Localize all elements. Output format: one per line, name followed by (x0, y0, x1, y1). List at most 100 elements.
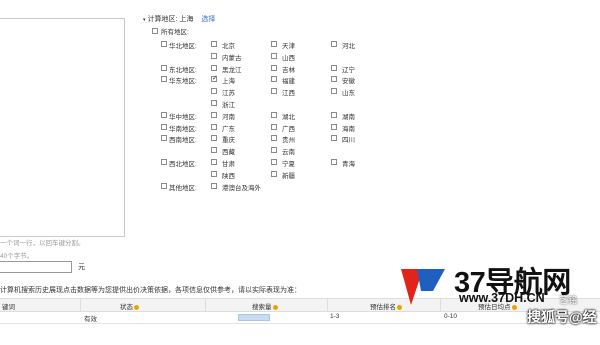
overlay-watermark-2: 艺铭 (559, 295, 578, 305)
province-label: 青海 (342, 161, 355, 168)
province-checkbox[interactable] (211, 123, 217, 130)
province-checkbox[interactable] (211, 74, 218, 83)
province-checkbox[interactable] (211, 147, 217, 154)
province-label: 西藏 (222, 149, 235, 157)
province-checkbox[interactable] (211, 41, 217, 47)
region-group-checkbox[interactable] (161, 111, 167, 118)
recommend-note: 计算机搜索历史展现点击数据等为您提供出价决策依据，各项信息仅供参考，请以实际表现… (0, 287, 301, 294)
province-label: 山东 (342, 90, 355, 98)
province-label: 港澳台及海外 (222, 184, 261, 192)
overlay-watermark: 搜狐号@经 (527, 309, 597, 325)
province-label: 重庆 (222, 137, 235, 145)
province-checkbox[interactable] (331, 64, 337, 71)
province-label: 河北 (342, 43, 355, 50)
region-group-label: 西南地区: (169, 137, 197, 145)
province-label: 江西 (282, 90, 295, 98)
region-group-checkbox[interactable] (161, 135, 167, 142)
province-label: 安徽 (342, 78, 355, 86)
province-checkbox[interactable] (271, 111, 277, 118)
province-checkbox[interactable] (271, 88, 277, 95)
province-label: 云南 (282, 149, 295, 157)
province-checkbox[interactable] (331, 76, 337, 83)
region-group-label: 西北地区: (169, 161, 197, 168)
region-group-checkbox[interactable] (161, 41, 167, 47)
keyword-limit-hint: 40个字节。 (0, 253, 34, 260)
province-label: 广东 (222, 125, 235, 133)
all-regions-checkbox[interactable] (152, 28, 158, 34)
province-label: 吉林 (282, 66, 295, 74)
province-checkbox[interactable] (211, 100, 217, 106)
collapse-icon: ▾ (143, 17, 146, 23)
province-checkbox[interactable] (271, 41, 277, 47)
province-label: 海南 (342, 125, 355, 133)
col-volume: 搜索量 (252, 301, 278, 311)
region-group-checkbox[interactable] (161, 159, 167, 165)
region-group-label: 东北地区: (169, 66, 197, 74)
region-group-checkbox[interactable] (161, 182, 167, 189)
province-label: 内蒙古 (222, 54, 242, 62)
keyword-textarea[interactable] (0, 18, 125, 237)
help-icon[interactable] (272, 304, 278, 310)
region-group-label: 华北地区: (169, 43, 197, 50)
overlay-url: www.37DH.CN (459, 291, 545, 305)
province-label: 甘肃 (222, 161, 235, 168)
province-checkbox[interactable] (271, 159, 277, 165)
choose-region-link[interactable]: 选择 (201, 16, 215, 23)
province-checkbox[interactable] (331, 88, 337, 95)
province-label: 辽宁 (342, 66, 355, 74)
province-checkbox[interactable] (271, 123, 277, 130)
province-label: 四川 (342, 137, 355, 145)
province-label: 湖南 (342, 113, 355, 121)
province-checkbox[interactable] (331, 41, 337, 47)
help-icon[interactable] (134, 304, 139, 310)
keyword-hint-line: 一个词一行，以回车键分割。 (0, 240, 85, 247)
search-volume-bar (238, 314, 270, 321)
province-checkbox[interactable] (271, 147, 277, 154)
province-label: 天津 (282, 43, 295, 50)
province-checkbox[interactable] (211, 170, 217, 177)
region-group-label: 华南地区: (169, 125, 197, 133)
cell-status: 有效 (84, 316, 97, 323)
province-label: 山西 (282, 54, 295, 62)
logo-mark-icon (401, 269, 445, 305)
cell-rank: 1-3 (330, 313, 340, 320)
province-label: 陕西 (222, 172, 235, 180)
province-label: 浙江 (222, 102, 235, 109)
province-checkbox[interactable] (331, 159, 337, 165)
province-checkbox[interactable] (331, 135, 337, 142)
province-label: 上海 (222, 78, 235, 86)
region-group-checkbox[interactable] (161, 76, 167, 83)
budget-input[interactable] (0, 261, 72, 273)
province-label: 广西 (282, 125, 295, 133)
province-checkbox[interactable] (271, 76, 277, 83)
province-checkbox[interactable] (211, 159, 217, 165)
province-checkbox[interactable] (331, 111, 337, 118)
region-group-checkbox[interactable] (161, 123, 167, 130)
region-title: ▾ 计算地区: 上海 选择 (143, 16, 216, 23)
province-checkbox[interactable] (331, 123, 337, 130)
province-checkbox[interactable] (271, 135, 277, 142)
province-label: 北京 (222, 43, 235, 50)
region-group-checkbox[interactable] (161, 64, 167, 71)
province-label: 江苏 (222, 90, 235, 98)
province-checkbox[interactable] (271, 52, 277, 59)
province-checkbox[interactable] (211, 88, 217, 95)
overlay-logo: 37导航网 www.37DH.CN 搜狐号@经 艺铭 (397, 255, 600, 345)
region-group-label: 华东地区: (169, 78, 197, 86)
province-checkbox[interactable] (211, 135, 217, 142)
all-regions-label: 所有地区: (161, 29, 189, 36)
province-checkbox[interactable] (271, 170, 277, 177)
province-label: 湖北 (282, 113, 295, 121)
province-label: 黑龙江 (222, 66, 242, 74)
province-checkbox[interactable] (271, 64, 277, 71)
province-checkbox[interactable] (211, 182, 217, 189)
col-status: 状态 (120, 301, 139, 311)
region-group-label: 其他地区: (169, 184, 197, 192)
province-checkbox[interactable] (211, 64, 217, 71)
province-label: 宁夏 (282, 161, 295, 168)
province-checkbox[interactable] (211, 111, 217, 118)
province-checkbox[interactable] (211, 52, 217, 59)
budget-unit: 元 (78, 264, 85, 271)
province-label: 河南 (222, 113, 235, 121)
col-keyword: 键词 (2, 304, 15, 311)
